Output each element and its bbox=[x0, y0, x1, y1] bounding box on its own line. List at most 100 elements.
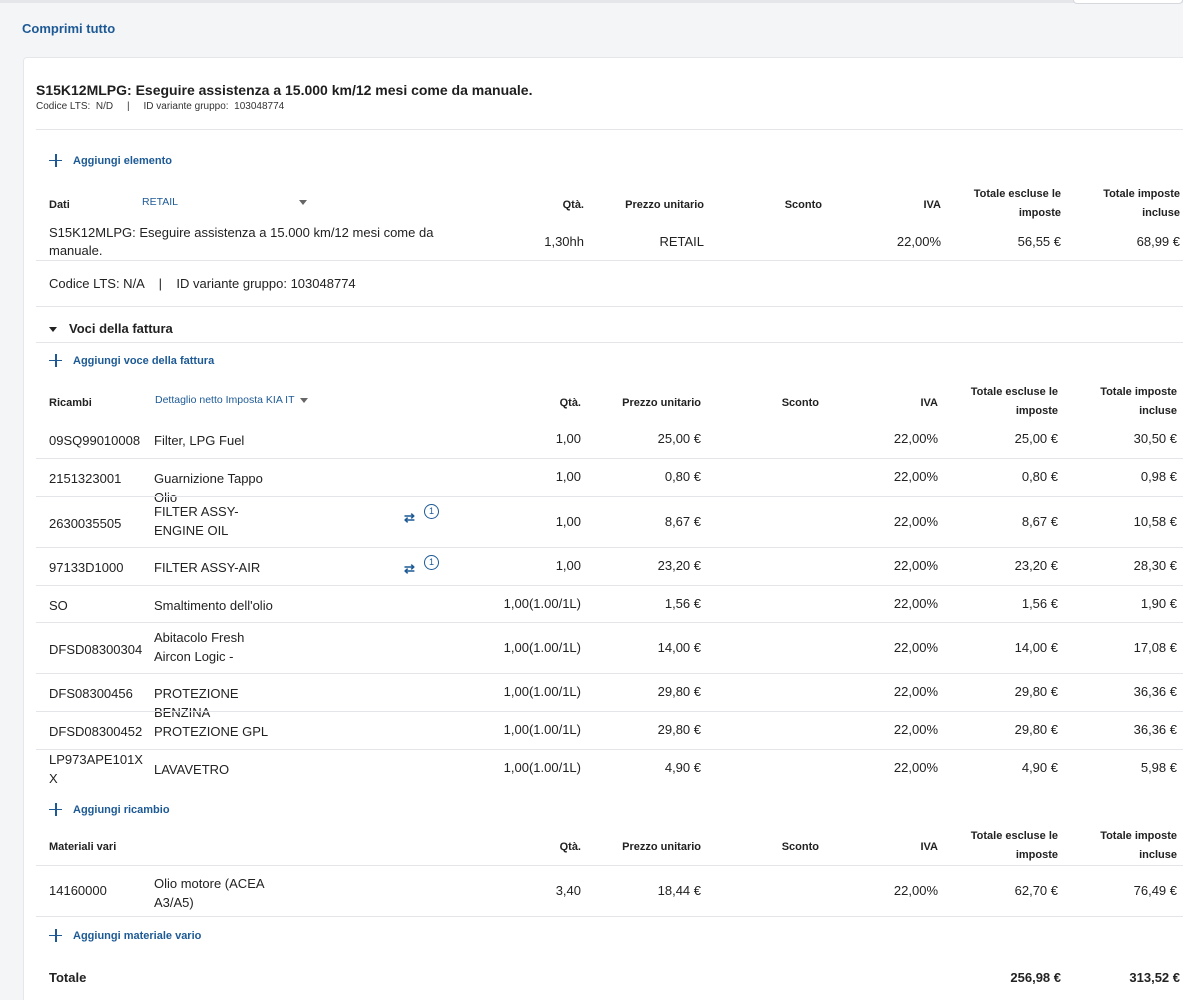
part-vat: 22,00% bbox=[893, 684, 938, 699]
job-row-unit: RETAIL bbox=[659, 234, 704, 249]
part-description: FILTER ASSY-AIR bbox=[154, 560, 261, 575]
divider bbox=[36, 865, 1183, 866]
part-vat: 22,00% bbox=[893, 514, 938, 529]
part-qty: 1,00 bbox=[555, 469, 581, 484]
part-excl: 4,90 € bbox=[1021, 760, 1058, 775]
chevron-down-icon bbox=[300, 397, 309, 403]
part-description: Filter, LPG Fuel bbox=[154, 433, 245, 448]
part-vat: 22,00% bbox=[893, 760, 938, 775]
part-description: FILTER ASSY-ENGINE OIL bbox=[154, 504, 239, 538]
top-border bbox=[0, 0, 1183, 3]
part-incl: 36,36 € bbox=[1133, 722, 1177, 737]
swap-arrows-icon: ⇄ bbox=[404, 510, 415, 525]
part-code: 2151323001 bbox=[49, 471, 122, 486]
part-unit: 8,67 € bbox=[664, 514, 701, 529]
part-description: Abitacolo Fresh Aircon Logic - bbox=[154, 630, 245, 664]
part-vat: 22,00% bbox=[893, 431, 938, 446]
part-unit: 25,00 € bbox=[657, 431, 701, 446]
part-excl: 8,67 € bbox=[1021, 514, 1058, 529]
divider bbox=[36, 585, 1183, 586]
part-vat: 22,00% bbox=[893, 469, 938, 484]
divider bbox=[36, 342, 1183, 343]
col-dati: Dati bbox=[49, 199, 70, 211]
part-vat: 22,00% bbox=[893, 722, 938, 737]
job-row-qty: 1,30hh bbox=[544, 234, 584, 249]
group-label: ID variante gruppo: bbox=[143, 101, 229, 112]
substitute-icon[interactable]: ⇄ 1 bbox=[404, 555, 440, 577]
col-unit-price: Prezzo unitario bbox=[625, 199, 704, 211]
plus-icon[interactable] bbox=[49, 929, 62, 942]
part-vat: 22,00% bbox=[893, 640, 938, 655]
group-value: 103048774 bbox=[234, 101, 285, 112]
part-unit: 4,90 € bbox=[664, 760, 701, 775]
part-unit: 14,00 € bbox=[657, 640, 701, 655]
divider bbox=[36, 673, 1183, 674]
part-code: DFSD08300452 bbox=[49, 724, 143, 739]
part-description: Smaltimento dell'olio bbox=[154, 598, 273, 613]
plus-icon[interactable] bbox=[49, 803, 62, 816]
part-code: 09SQ99010008 bbox=[49, 433, 141, 448]
divider bbox=[36, 458, 1183, 459]
add-material-button[interactable]: Aggiungi materiale vario bbox=[73, 930, 201, 942]
lts-value: N/D bbox=[95, 101, 114, 112]
add-element-button[interactable]: Aggiungi elemento bbox=[73, 155, 172, 167]
chevron-down-icon bbox=[299, 200, 307, 205]
col-qty: Qtà. bbox=[559, 841, 581, 853]
substitute-count-badge: 1 bbox=[424, 555, 439, 570]
collapse-all-link[interactable]: Comprimi tutto bbox=[22, 21, 115, 36]
add-invoice-item-button[interactable]: Aggiungi voce della fattura bbox=[73, 355, 214, 367]
part-unit: 0,80 € bbox=[664, 469, 701, 484]
price-type-select[interactable]: RETAIL bbox=[142, 196, 307, 208]
total-label: Totale bbox=[49, 970, 87, 985]
col-qty: Qtà. bbox=[559, 397, 581, 409]
part-qty: 1,00(1.00/1L) bbox=[503, 722, 581, 737]
col-discount: Sconto bbox=[781, 397, 819, 409]
plus-icon[interactable] bbox=[49, 354, 62, 367]
col-total-incl: Totale imposte incluse bbox=[1100, 386, 1177, 417]
separator: | bbox=[127, 101, 130, 112]
swap-arrows-icon: ⇄ bbox=[404, 561, 415, 576]
part-qty: 1,00(1.00/1L) bbox=[503, 640, 581, 655]
detail-select[interactable]: Dettaglio netto Imposta KIA IT bbox=[155, 394, 309, 406]
divider bbox=[36, 306, 1183, 307]
part-incl: 10,58 € bbox=[1133, 514, 1177, 529]
col-discount: Sconto bbox=[784, 199, 822, 211]
part-qty: 1,00(1.00/1L) bbox=[503, 596, 581, 611]
substitute-icon[interactable]: ⇄ 1 bbox=[404, 504, 440, 526]
section-toggle[interactable]: Voci della fattura bbox=[49, 321, 173, 336]
divider bbox=[36, 916, 1183, 917]
col-materials: Materiali vari bbox=[49, 841, 117, 853]
job-info-line: Codice LTS: N/A | ID variante gruppo: 10… bbox=[49, 276, 356, 291]
job-title: S15K12MLPG: Eseguire assistenza a 15.000… bbox=[36, 82, 533, 98]
part-excl: 0,80 € bbox=[1021, 469, 1058, 484]
lts-label: Codice LTS: bbox=[36, 101, 91, 112]
part-incl: 5,98 € bbox=[1140, 760, 1177, 775]
col-total-incl: Totale imposte incluse bbox=[1100, 830, 1177, 861]
col-total-excl: Totale escluse le imposte bbox=[970, 386, 1058, 417]
part-description: PROTEZIONE GPL bbox=[154, 724, 269, 739]
part-incl: 1,90 € bbox=[1140, 596, 1177, 611]
col-vat: IVA bbox=[923, 199, 941, 211]
part-code: DFS08300456 bbox=[49, 686, 133, 701]
material-code: 14160000 bbox=[49, 883, 107, 898]
part-qty: 1,00 bbox=[555, 558, 581, 573]
part-code: 97133D1000 bbox=[49, 560, 124, 575]
divider bbox=[36, 129, 1183, 130]
part-incl: 0,98 € bbox=[1140, 469, 1177, 484]
divider bbox=[36, 622, 1183, 623]
divider bbox=[36, 547, 1183, 548]
part-description: LAVAVETRO bbox=[154, 762, 230, 777]
divider bbox=[36, 711, 1183, 712]
part-vat: 22,00% bbox=[893, 596, 938, 611]
part-incl: 17,08 € bbox=[1133, 640, 1177, 655]
part-vat: 22,00% bbox=[893, 558, 938, 573]
job-row-incl: 68,99 € bbox=[1136, 234, 1180, 249]
col-unit-price: Prezzo unitario bbox=[622, 841, 701, 853]
part-code: SO bbox=[49, 598, 68, 613]
part-unit: 29,80 € bbox=[657, 722, 701, 737]
add-part-button[interactable]: Aggiungi ricambio bbox=[73, 804, 170, 816]
part-code: LP973APE101XX bbox=[49, 752, 143, 786]
plus-icon[interactable] bbox=[49, 154, 62, 167]
top-right-control[interactable] bbox=[1073, 0, 1183, 4]
divider bbox=[36, 260, 1183, 261]
